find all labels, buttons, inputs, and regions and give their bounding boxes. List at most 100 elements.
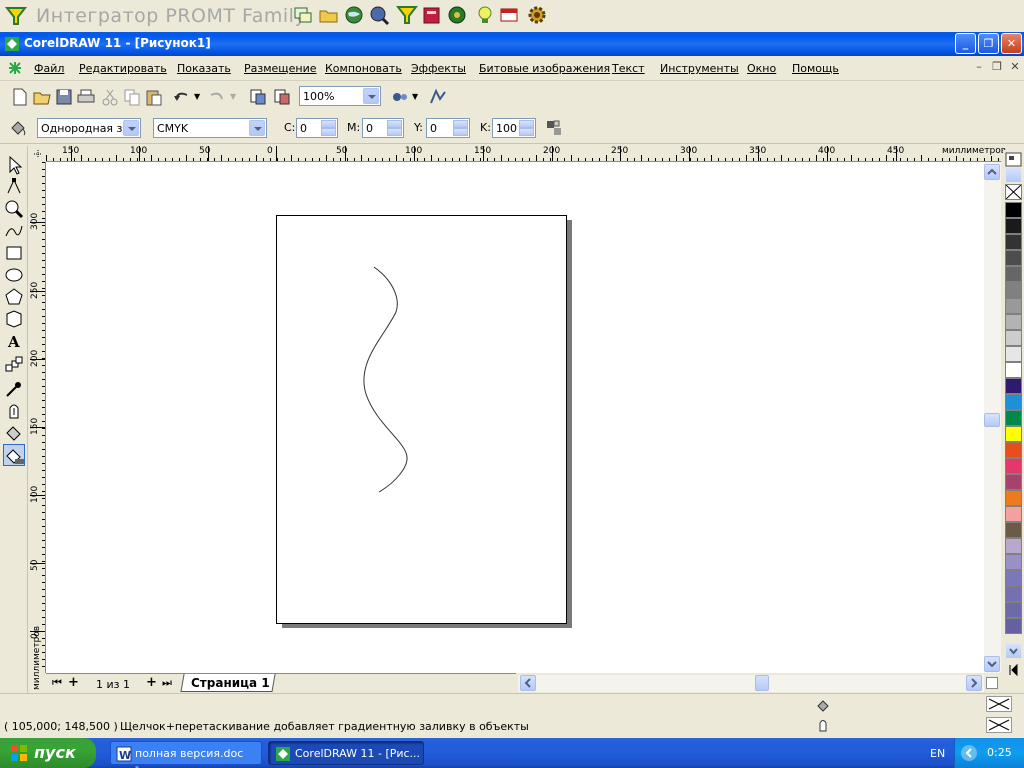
menu-bitmaps[interactable]: Битовые изображения	[479, 62, 610, 75]
outline-status-icon[interactable]	[815, 717, 831, 733]
application-launcher-icon[interactable]	[390, 87, 410, 107]
import-icon[interactable]	[248, 87, 268, 107]
no-color-swatch[interactable]	[1005, 184, 1022, 200]
cut-icon[interactable]	[100, 87, 120, 107]
coreldraw-app-icon[interactable]	[4, 36, 20, 52]
funnel-icon[interactable]	[395, 4, 419, 26]
spin-down-icon[interactable]	[321, 128, 336, 136]
dictionary-icon[interactable]	[498, 4, 520, 26]
outline-color-none-swatch[interactable]	[986, 717, 1012, 733]
horizontal-scroll-thumb[interactable]	[755, 675, 769, 691]
palette-options-icon[interactable]	[1005, 152, 1022, 167]
add-page-before-button[interactable]: +	[68, 675, 79, 690]
zoom-tool-icon[interactable]	[3, 198, 25, 220]
interactive-blend-tool-icon[interactable]	[3, 354, 25, 376]
color-model-select[interactable]: CMYK	[153, 118, 267, 138]
rectangle-tool-icon[interactable]	[3, 242, 25, 264]
chevron-down-icon[interactable]	[249, 120, 265, 136]
color-swatch[interactable]	[1005, 346, 1022, 362]
color-swatch[interactable]	[1005, 490, 1022, 506]
ellipse-tool-icon[interactable]	[3, 264, 25, 286]
color-swatch[interactable]	[1005, 442, 1022, 458]
color-swatch[interactable]	[1005, 394, 1022, 410]
restore-button[interactable]: ❐	[978, 33, 999, 54]
menu-edit[interactable]: Редактировать	[79, 62, 167, 75]
fill-color-none-swatch[interactable]	[986, 696, 1012, 712]
menu-arrange[interactable]: Размещение	[244, 62, 317, 75]
export-icon[interactable]	[272, 87, 292, 107]
zoom-level-select[interactable]: 100%	[299, 86, 381, 106]
fill-status-icon[interactable]	[815, 697, 831, 713]
color-swatch[interactable]	[1005, 266, 1022, 282]
color-swatch[interactable]	[1005, 586, 1022, 602]
menu-tools[interactable]: Инструменты	[660, 62, 739, 75]
palette-scroll-up-button[interactable]	[1006, 168, 1021, 182]
polygon-tool-icon[interactable]	[3, 286, 25, 308]
translate-icon[interactable]	[292, 4, 314, 26]
document-icon[interactable]	[8, 61, 22, 75]
globe-magnify-icon[interactable]	[368, 4, 390, 26]
eyedropper-tool-icon[interactable]	[3, 378, 25, 400]
menu-file[interactable]: Файл	[34, 62, 64, 75]
freehand-tool-icon[interactable]	[3, 220, 25, 242]
spin-down-icon[interactable]	[453, 128, 468, 136]
color-swatch[interactable]	[1005, 234, 1022, 250]
spin-up-icon[interactable]	[519, 120, 534, 128]
interactive-fill-tool-icon[interactable]	[3, 444, 25, 466]
color-swatch[interactable]	[1005, 314, 1022, 330]
fill-tool-icon[interactable]	[3, 422, 25, 444]
magenta-spinner[interactable]: 0	[362, 118, 404, 138]
color-swatch[interactable]	[1005, 602, 1022, 618]
chevron-down-icon[interactable]	[363, 88, 379, 104]
color-swatch[interactable]	[1005, 282, 1022, 298]
scroll-left-button[interactable]	[520, 675, 536, 691]
world-icon[interactable]	[446, 4, 468, 26]
spin-down-icon[interactable]	[519, 128, 534, 136]
redo-icon[interactable]	[206, 87, 226, 107]
color-swatch[interactable]	[1005, 458, 1022, 474]
color-swatch[interactable]	[1005, 330, 1022, 346]
fill-type-select[interactable]: Однородная з...	[37, 118, 141, 138]
fill-bucket-icon[interactable]	[8, 118, 28, 138]
vertical-ruler[interactable]: 300250200150100500	[30, 162, 46, 673]
pick-tool-icon[interactable]	[3, 154, 25, 176]
scroll-down-button[interactable]	[984, 656, 1000, 672]
open-folder-icon[interactable]	[318, 4, 340, 26]
spin-down-icon[interactable]	[387, 128, 402, 136]
book-icon[interactable]	[421, 4, 443, 26]
color-mixer-icon[interactable]	[544, 118, 564, 138]
close-button[interactable]: ✕	[1001, 33, 1022, 54]
outline-tool-icon[interactable]	[3, 400, 25, 422]
view-navigator-button[interactable]	[986, 677, 998, 689]
launcher-dropdown-icon[interactable]: ▼	[412, 92, 418, 101]
spin-up-icon[interactable]	[453, 120, 468, 128]
taskbar-button-word[interactable]: W полная версия.doc -...	[110, 741, 262, 768]
print-icon[interactable]	[76, 87, 96, 107]
promt-logo-icon[interactable]	[4, 5, 28, 27]
color-swatch[interactable]	[1005, 298, 1022, 314]
basic-shapes-tool-icon[interactable]	[3, 308, 25, 330]
add-page-after-button[interactable]: +	[146, 675, 157, 690]
color-swatch[interactable]	[1005, 250, 1022, 266]
undo-dropdown-icon[interactable]: ▼	[194, 92, 200, 101]
start-button[interactable]: пуск	[0, 738, 96, 768]
open-icon[interactable]	[32, 87, 52, 107]
color-swatch[interactable]	[1005, 570, 1022, 586]
lightbulb-icon[interactable]	[474, 4, 496, 26]
spin-up-icon[interactable]	[387, 120, 402, 128]
palette-scroll-down-button[interactable]	[1006, 644, 1021, 658]
doc-minimize-button[interactable]: –	[972, 60, 986, 74]
menu-window[interactable]: Окно	[747, 62, 776, 75]
color-swatch[interactable]	[1005, 474, 1022, 490]
color-swatch[interactable]	[1005, 538, 1022, 554]
color-swatch[interactable]	[1005, 554, 1022, 570]
spin-up-icon[interactable]	[321, 120, 336, 128]
color-swatch[interactable]	[1005, 426, 1022, 442]
doc-restore-button[interactable]: ❐	[990, 60, 1004, 74]
menu-layout[interactable]: Компоновать	[325, 62, 402, 75]
first-page-button[interactable]: ⏮	[52, 676, 62, 690]
new-icon[interactable]	[10, 87, 30, 107]
menu-help[interactable]: Помощь	[792, 62, 839, 75]
vertical-scrollbar[interactable]	[984, 162, 1001, 673]
menu-view[interactable]: Показать	[177, 62, 231, 75]
